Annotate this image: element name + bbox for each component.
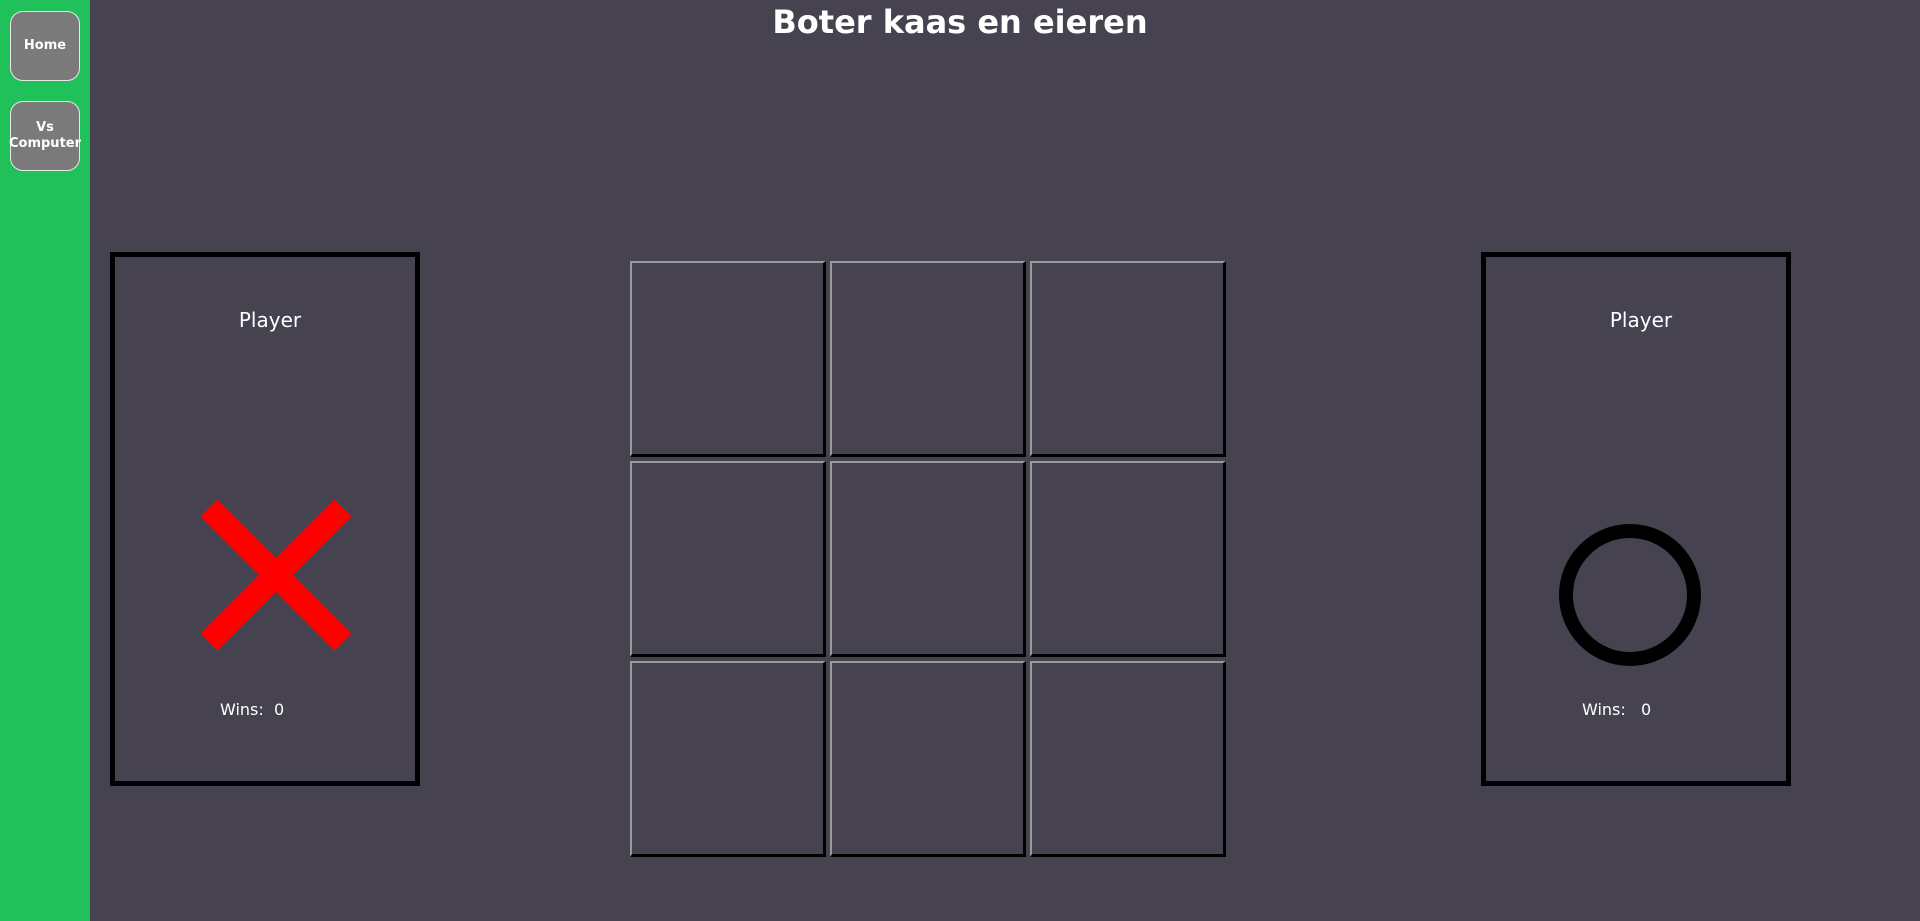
page-title: Boter kaas en eieren <box>772 3 1148 41</box>
o-mark-icon <box>1559 524 1701 666</box>
player-x-name: Player <box>238 308 302 332</box>
board-cell-8[interactable] <box>830 661 1026 857</box>
wins-label: Wins: <box>1582 700 1626 719</box>
board-cell-1[interactable] <box>630 261 826 457</box>
player-x-card: Player Wins: 0 <box>110 252 420 786</box>
board-cell-6[interactable] <box>1030 461 1226 657</box>
sidebar: Home Vs Computer <box>0 0 90 921</box>
player-x-wins: Wins: 0 <box>220 700 284 720</box>
game-board <box>630 261 1230 861</box>
board-cell-9[interactable] <box>1030 661 1226 857</box>
player-o-name: Player <box>1609 308 1673 332</box>
home-button[interactable]: Home <box>10 11 80 81</box>
vs-computer-button[interactable]: Vs Computer <box>9 101 81 171</box>
x-mark-icon <box>201 500 351 650</box>
board-cell-2[interactable] <box>830 261 1026 457</box>
wins-count: 0 <box>273 700 285 719</box>
player-o-card: Player Wins: 0 <box>1481 252 1791 786</box>
player-o-wins: Wins: 0 <box>1582 700 1651 720</box>
wins-count: 0 <box>1641 700 1652 719</box>
board-cell-4[interactable] <box>630 461 826 657</box>
wins-label: Wins: <box>220 700 264 719</box>
board-cell-3[interactable] <box>1030 261 1226 457</box>
board-cell-5[interactable] <box>830 461 1026 657</box>
board-cell-7[interactable] <box>630 661 826 857</box>
